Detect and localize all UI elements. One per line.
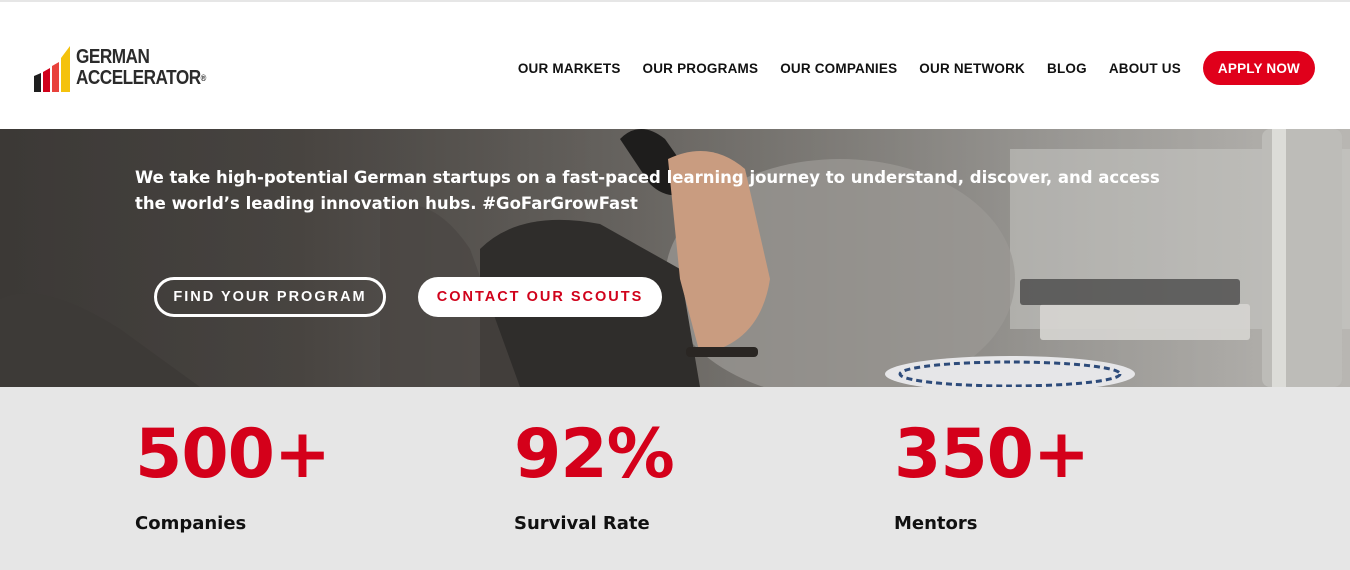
main-nav: OUR MARKETS OUR PROGRAMS OUR COMPANIES O… (496, 51, 1315, 85)
logo-line-2: ACCELERATOR (76, 67, 201, 89)
registered-mark: ® (200, 73, 207, 83)
nav-our-markets[interactable]: OUR MARKETS (518, 61, 621, 76)
contact-our-scouts-button[interactable]: CONTACT OUR SCOUTS (418, 277, 662, 317)
nav-our-programs[interactable]: OUR PROGRAMS (643, 61, 759, 76)
site-header: GERMAN ACCELERATOR® OUR MARKETS OUR PROG… (0, 0, 1350, 129)
nav-our-companies[interactable]: OUR COMPANIES (780, 61, 897, 76)
stat-value: 92% (514, 415, 675, 494)
stat-survival-rate: 92% Survival Rate (514, 415, 675, 535)
nav-blog[interactable]: BLOG (1047, 61, 1087, 76)
stat-mentors: 350+ Mentors (894, 415, 1090, 535)
nav-about-us[interactable]: ABOUT US (1109, 61, 1181, 76)
apply-now-button[interactable]: APPLY NOW (1202, 51, 1315, 85)
stat-value: 500+ (135, 415, 331, 494)
stat-label: Survival Rate (514, 513, 650, 534)
nav-our-network[interactable]: OUR NETWORK (919, 61, 1025, 76)
stat-companies: 500+ Companies (135, 415, 331, 535)
german-accelerator-logo[interactable]: GERMAN ACCELERATOR® (34, 46, 206, 96)
hero-banner: We take high-potential German startups o… (0, 129, 1350, 387)
find-your-program-button[interactable]: FIND YOUR PROGRAM (154, 277, 386, 317)
logo-wordmark: GERMAN ACCELERATOR® (76, 47, 206, 89)
hero-tagline: We take high-potential German startups o… (135, 168, 1160, 213)
stat-value: 350+ (894, 415, 1090, 494)
stat-label: Mentors (894, 513, 978, 534)
stats-section: 500+ Companies 92% Survival Rate 350+ Me… (0, 387, 1350, 570)
logo-line-1: GERMAN (76, 46, 150, 68)
stat-label: Companies (135, 513, 247, 534)
logo-bars-icon (34, 46, 70, 92)
